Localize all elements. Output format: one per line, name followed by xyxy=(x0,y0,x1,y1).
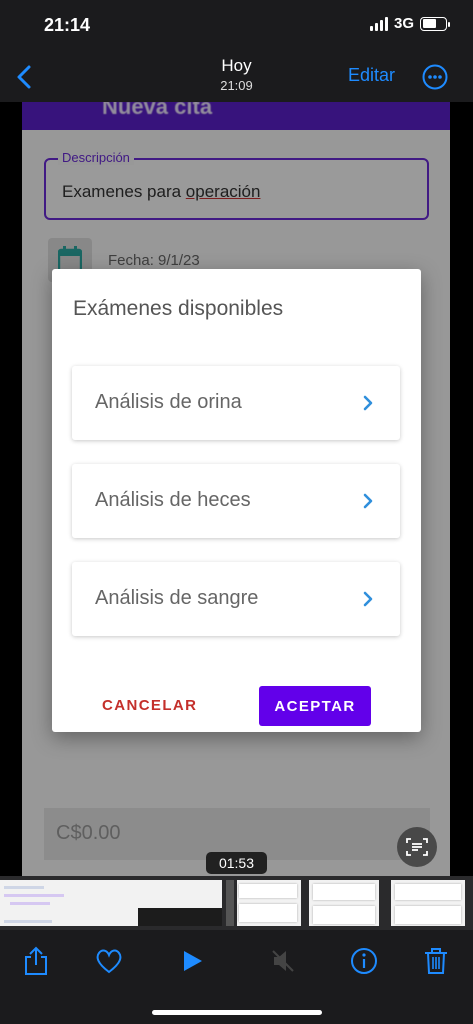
accept-button[interactable]: ACEPTAR xyxy=(259,686,371,726)
home-indicator[interactable] xyxy=(152,1010,322,1015)
share-icon xyxy=(25,946,47,975)
option-urine-analysis[interactable]: Análisis de orina xyxy=(72,366,400,440)
nav-subtitle: 21:09 xyxy=(220,78,253,93)
chevron-right-icon xyxy=(363,591,373,607)
option-label: Análisis de sangre xyxy=(95,587,259,609)
scan-text-icon xyxy=(406,838,428,856)
filmstrip-thumbnail[interactable] xyxy=(391,880,465,926)
filmstrip-divider xyxy=(226,880,234,926)
info-icon xyxy=(351,948,377,974)
option-label: Análisis de heces xyxy=(95,489,251,511)
filmstrip-thumbnail[interactable] xyxy=(309,880,379,926)
trash-icon xyxy=(425,948,447,974)
more-icon[interactable] xyxy=(422,64,448,90)
live-text-button[interactable] xyxy=(397,827,437,867)
option-label: Análisis de orina xyxy=(95,391,242,413)
dialog-title: Exámenes disponibles xyxy=(73,297,284,320)
play-button[interactable] xyxy=(177,946,207,976)
bottom-toolbar xyxy=(0,930,473,1024)
share-button[interactable] xyxy=(21,946,51,976)
nav-title: Hoy xyxy=(221,56,252,75)
status-bar: 21:14 3G xyxy=(0,0,473,52)
battery-icon xyxy=(420,16,450,31)
video-timestamp: 01:53 xyxy=(206,852,267,874)
video-player[interactable]: Nueva cita Descripción Examenes para ope… xyxy=(0,102,473,876)
option-blood-analysis[interactable]: Análisis de sangre xyxy=(72,562,400,636)
network-type: 3G xyxy=(393,15,414,32)
status-time: 21:14 xyxy=(44,15,91,35)
mute-icon xyxy=(272,950,294,972)
nav-bar: Hoy 21:09 Editar xyxy=(0,52,473,102)
option-stool-analysis[interactable]: Análisis de heces xyxy=(72,464,400,538)
filmstrip-thumbnail[interactable] xyxy=(237,880,301,926)
favorite-button[interactable] xyxy=(94,946,124,976)
exams-dialog: Exámenes disponibles Análisis de orina A… xyxy=(52,269,421,732)
signal-icon xyxy=(369,16,388,31)
cancel-button[interactable]: CANCELAR xyxy=(102,697,197,714)
delete-button[interactable] xyxy=(421,946,451,976)
play-icon xyxy=(184,951,202,971)
mute-button[interactable] xyxy=(268,946,298,976)
info-button[interactable] xyxy=(349,946,379,976)
heart-icon xyxy=(96,949,122,974)
filmstrip-thumbnail-current[interactable] xyxy=(0,880,222,926)
chevron-right-icon xyxy=(363,493,373,509)
edit-button[interactable]: Editar xyxy=(348,65,395,86)
chevron-right-icon xyxy=(363,395,373,411)
filmstrip[interactable] xyxy=(0,876,473,930)
status-indicators: 3G xyxy=(369,15,450,32)
